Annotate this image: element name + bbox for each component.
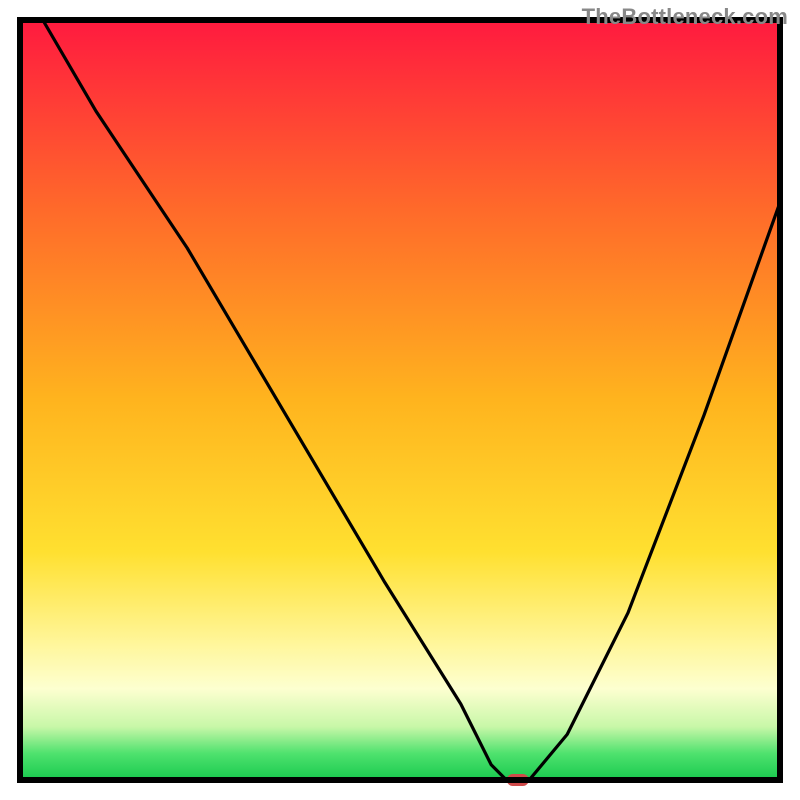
gradient-background [20, 20, 780, 780]
bottleneck-chart: TheBottleneck.com [0, 0, 800, 800]
plot-svg [0, 0, 800, 800]
